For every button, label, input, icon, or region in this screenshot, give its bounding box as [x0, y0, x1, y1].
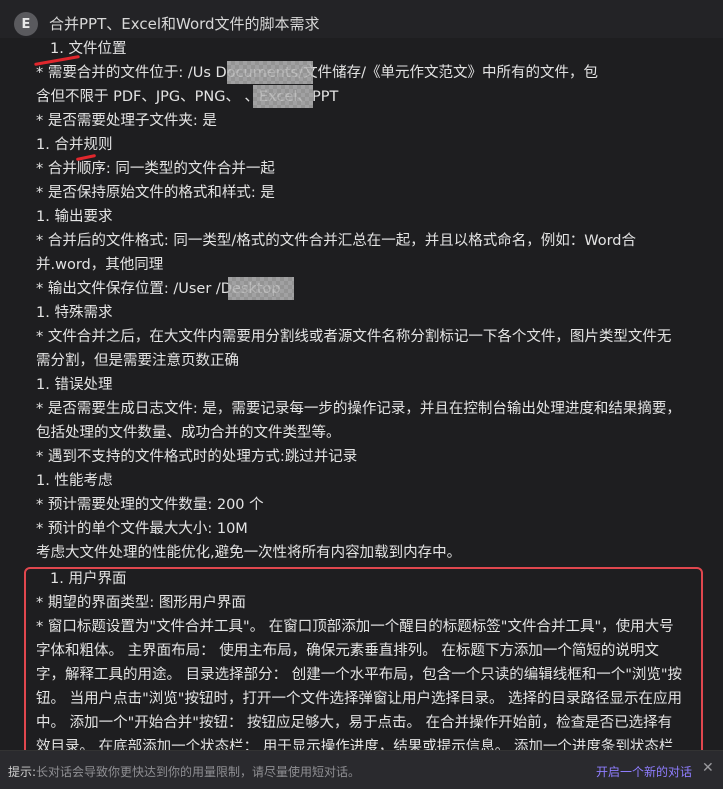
text-line: * 预计需要处理的文件数量: 200 个	[36, 497, 264, 513]
text-line: * 需要合并的文件位于: /Us Documents/文件储存/《单元作文范文》…	[36, 65, 598, 81]
redaction-mosaic	[227, 61, 313, 84]
text-line: * 是否需要生成日志文件: 是，需要记录每一步的操作记录，并且在控制台输出处理进…	[36, 401, 681, 417]
text-line: 1. 性能考虑	[36, 473, 113, 489]
text-line: * 是否需要处理子文件夹: 是	[36, 113, 217, 129]
redaction-mosaic	[253, 85, 313, 108]
new-chat-link[interactable]: 开启一个新的对话	[596, 763, 692, 780]
text-line: * 合并后的文件格式: 同一类型/格式的文件合并汇总在一起，并且以格式命名，例如…	[36, 233, 637, 249]
text-line: 1. 合并规则	[36, 137, 113, 153]
text-line: 并.word，其他同理	[36, 257, 164, 273]
hint-text: 长对话会导致你更快达到你的用量限制，请尽量使用短对话。	[36, 765, 361, 779]
text-line: * 文件合并之后，在大文件内需要用分割线或者源文件名称分割标记一下各个文件，图片…	[36, 329, 672, 345]
user-avatar: E	[14, 12, 38, 36]
close-icon[interactable]: ✕	[702, 760, 714, 776]
text-line: 1. 错误处理	[36, 377, 113, 393]
text-line: 包括处理的文件数量、成功合并的文件类型等。	[36, 425, 341, 441]
text-line: * 预计的单个文件最大大小: 10M	[36, 521, 248, 537]
text-line: 考虑大文件处理的性能优化,避免一次性将所有内容加载到内存中。	[36, 545, 462, 561]
redaction-mosaic	[228, 277, 294, 300]
text-line: 需分割，但是需要注意页数正确	[36, 353, 239, 369]
text-line: * 是否保持原始文件的格式和样式: 是	[36, 185, 275, 201]
text-line: 1. 输出要求	[36, 209, 113, 225]
highlight-box	[24, 567, 703, 765]
text-line: 1. 特殊需求	[36, 305, 113, 321]
hint-label: 提示:	[8, 765, 37, 779]
text-line: * 遇到不支持的文件格式时的处理方式:跳过并记录	[36, 449, 358, 465]
footer-bar: 提示: 长对话会导致你更快达到你的用量限制，请尽量使用短对话。 开启一个新的对话…	[0, 750, 723, 789]
text-line: * 合并顺序: 同一类型的文件合并一起	[36, 161, 275, 177]
chat-title: 合并PPT、Excel和Word文件的脚本需求	[49, 15, 320, 33]
